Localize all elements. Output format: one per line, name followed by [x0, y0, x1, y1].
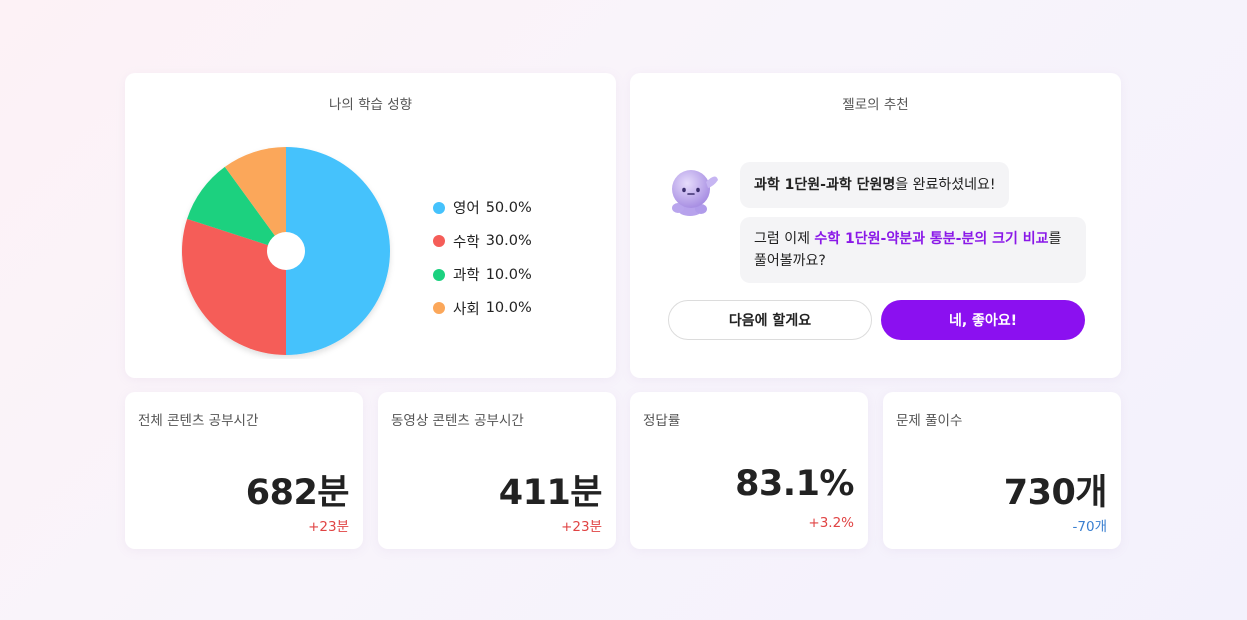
completed-text: 을 완료하셨네요!: [895, 177, 996, 193]
legend-dot-social: [433, 302, 445, 315]
stat-label: 문제 풀이수: [896, 413, 963, 429]
recommendation-title: 젤로의 추천: [842, 97, 909, 113]
suggested-unit: 수학 1단원-약분과 통분-분의 크기 비교: [814, 231, 1049, 247]
stat-value: 682분: [245, 473, 350, 513]
stat-label: 동영상 콘텐츠 공부시간: [391, 413, 524, 429]
legend-dot-english: [433, 201, 445, 214]
learning-tendency-card: 나의 학습 성향 영어 50.0% 수학 30.0% 과학 10.0% 사회 1…: [125, 73, 616, 378]
stat-label: 정답률: [643, 413, 681, 429]
legend-label: 영어: [453, 201, 480, 218]
legend-value: 10.0%: [485, 300, 532, 317]
stat-delta: +23분: [308, 519, 349, 535]
later-button[interactable]: 다음에 할게요: [668, 300, 872, 340]
legend-label: 사회: [453, 301, 480, 318]
chat-bubble-suggestion: 그럼 이제 수학 1단원-약분과 통분-분의 크기 비교를 풀어볼까요?: [740, 217, 1086, 283]
stat-card-accuracy: 정답률 83.1% +3.2%: [630, 392, 868, 549]
legend-label: 수학: [453, 234, 480, 251]
stat-value: 411분: [498, 473, 603, 513]
stat-delta: +23분: [561, 519, 602, 535]
stat-delta: -70개: [1072, 519, 1107, 535]
recommendation-card: 젤로의 추천 과학 1단원-과학 단원명을 완료하셨네요! 그럼 이제 수학 1…: [630, 73, 1121, 378]
stat-delta: +3.2%: [808, 515, 854, 531]
legend-label: 과학: [453, 268, 480, 285]
mascot-icon: [672, 170, 718, 216]
suggestion-prefix: 그럼 이제: [754, 231, 815, 247]
legend-item: 수학 30.0%: [433, 225, 532, 259]
pie-legend: 영어 50.0% 수학 30.0% 과학 10.0% 사회 10.0%: [433, 191, 532, 325]
legend-item: 영어 50.0%: [433, 191, 532, 225]
stat-card-total-study-time: 전체 콘텐츠 공부시간 682분 +23분: [125, 392, 363, 549]
stat-value: 83.1%: [735, 464, 854, 504]
legend-dot-science: [433, 268, 445, 281]
learning-tendency-title: 나의 학습 성향: [328, 97, 413, 113]
legend-value: 30.0%: [485, 233, 532, 250]
legend-value: 50.0%: [485, 199, 532, 216]
completed-unit: 과학 1단원-과학 단원명: [754, 177, 896, 193]
stat-value: 730개: [1003, 473, 1108, 513]
stat-label: 전체 콘텐츠 공부시간: [138, 413, 259, 429]
pie-chart: [182, 147, 390, 355]
stat-card-video-study-time: 동영상 콘텐츠 공부시간 411분 +23분: [378, 392, 616, 549]
stat-card-problems-solved: 문제 풀이수 730개 -70개: [883, 392, 1121, 549]
accept-button[interactable]: 네, 좋아요!: [881, 300, 1085, 340]
legend-item: 과학 10.0%: [433, 258, 532, 292]
legend-item: 사회 10.0%: [433, 292, 532, 326]
chat-bubble-completed: 과학 1단원-과학 단원명을 완료하셨네요!: [740, 162, 1010, 208]
pie-center-hole: [267, 232, 305, 270]
legend-dot-math: [433, 235, 445, 248]
legend-value: 10.0%: [485, 266, 532, 283]
